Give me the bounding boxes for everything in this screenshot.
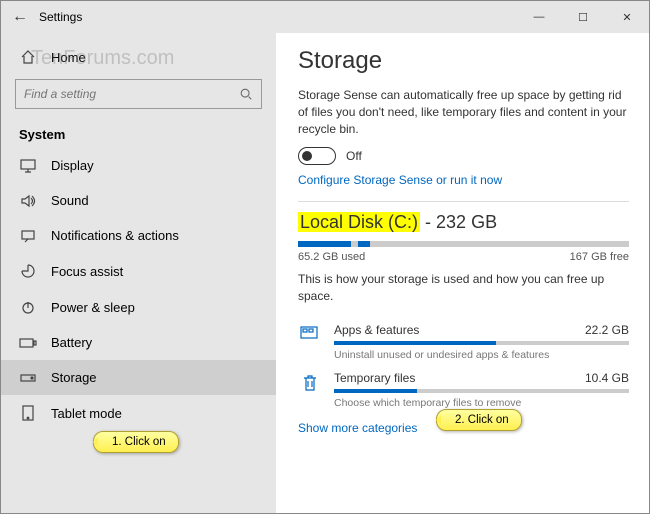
sidebar-item-tablet[interactable]: Tablet mode (1, 395, 276, 431)
focus-icon (19, 263, 37, 279)
annotation-1: 1. Click on (93, 431, 179, 453)
nav-label: Display (51, 158, 94, 173)
sidebar-item-display[interactable]: Display (1, 148, 276, 183)
minimize-button[interactable]: — (517, 1, 561, 33)
main-panel: Storage Storage Sense can automatically … (276, 33, 649, 513)
nav-label: Tablet mode (51, 406, 122, 421)
storage-icon (19, 372, 37, 384)
disk-heading: Local Disk (C:) - 232 GB (298, 212, 629, 233)
home-icon (19, 49, 37, 65)
sidebar-category: System (1, 119, 276, 148)
usage-size: 22.2 GB (585, 323, 629, 337)
usage-sub: Uninstall unused or undesired apps & fea… (334, 349, 629, 361)
disk-used: 65.2 GB used (298, 251, 365, 263)
tablet-icon (19, 405, 37, 421)
toggle-switch[interactable] (298, 147, 336, 165)
usage-sub: Choose which temporary files to remove (334, 397, 629, 409)
nav-label: Focus assist (51, 264, 123, 279)
annotation-2: 2. Click on (436, 409, 522, 431)
storage-sense-desc: Storage Sense can automatically free up … (298, 87, 629, 137)
home-label: Home (51, 50, 86, 65)
sidebar-item-power[interactable]: Power & sleep (1, 289, 276, 325)
sidebar-home[interactable]: Home (1, 41, 276, 73)
disk-usage-bar (298, 241, 629, 247)
search-input[interactable] (24, 87, 239, 101)
nav-label: Notifications & actions (51, 228, 179, 243)
sidebar-item-notifications[interactable]: Notifications & actions (1, 218, 276, 253)
divider (298, 201, 629, 202)
maximize-button[interactable]: ☐ (561, 1, 605, 33)
sidebar-item-focus[interactable]: Focus assist (1, 253, 276, 289)
sidebar-item-sound[interactable]: Sound (1, 183, 276, 218)
notifications-icon (19, 229, 37, 243)
trash-icon (298, 371, 322, 393)
apps-icon (298, 323, 322, 341)
power-icon (19, 299, 37, 315)
sidebar-item-storage[interactable]: Storage (1, 360, 276, 395)
sidebar-item-battery[interactable]: Battery (1, 325, 276, 360)
toggle-state: Off (346, 149, 362, 163)
nav-label: Storage (51, 370, 97, 385)
usage-name: Apps & features (334, 323, 419, 337)
usage-apps[interactable]: Apps & features 22.2 GB Uninstall unused… (298, 315, 629, 363)
disk-name: Local Disk (C:) (298, 212, 420, 232)
back-button[interactable]: ← (1, 8, 39, 26)
search-icon (239, 87, 253, 101)
disk-total: 232 GB (436, 212, 497, 232)
nav-label: Battery (51, 335, 92, 350)
disk-free: 167 GB free (570, 251, 629, 263)
window-title: Settings (39, 10, 517, 24)
usage-temp[interactable]: Temporary files 10.4 GB Choose which tem… (298, 363, 629, 411)
nav-label: Sound (51, 193, 89, 208)
close-button[interactable]: ✕ (605, 1, 649, 33)
disk-bar-labels: 65.2 GB used 167 GB free (298, 251, 629, 263)
nav-label: Power & sleep (51, 300, 135, 315)
usage-size: 10.4 GB (585, 371, 629, 385)
storage-sense-toggle[interactable]: Off (298, 147, 629, 165)
display-icon (19, 159, 37, 173)
usage-explain: This is how your storage is used and how… (298, 271, 629, 305)
battery-icon (19, 337, 37, 349)
sound-icon (19, 194, 37, 208)
search-box[interactable] (15, 79, 262, 109)
configure-link[interactable]: Configure Storage Sense or run it now (298, 173, 629, 187)
page-title: Storage (298, 47, 629, 75)
usage-name: Temporary files (334, 371, 415, 385)
